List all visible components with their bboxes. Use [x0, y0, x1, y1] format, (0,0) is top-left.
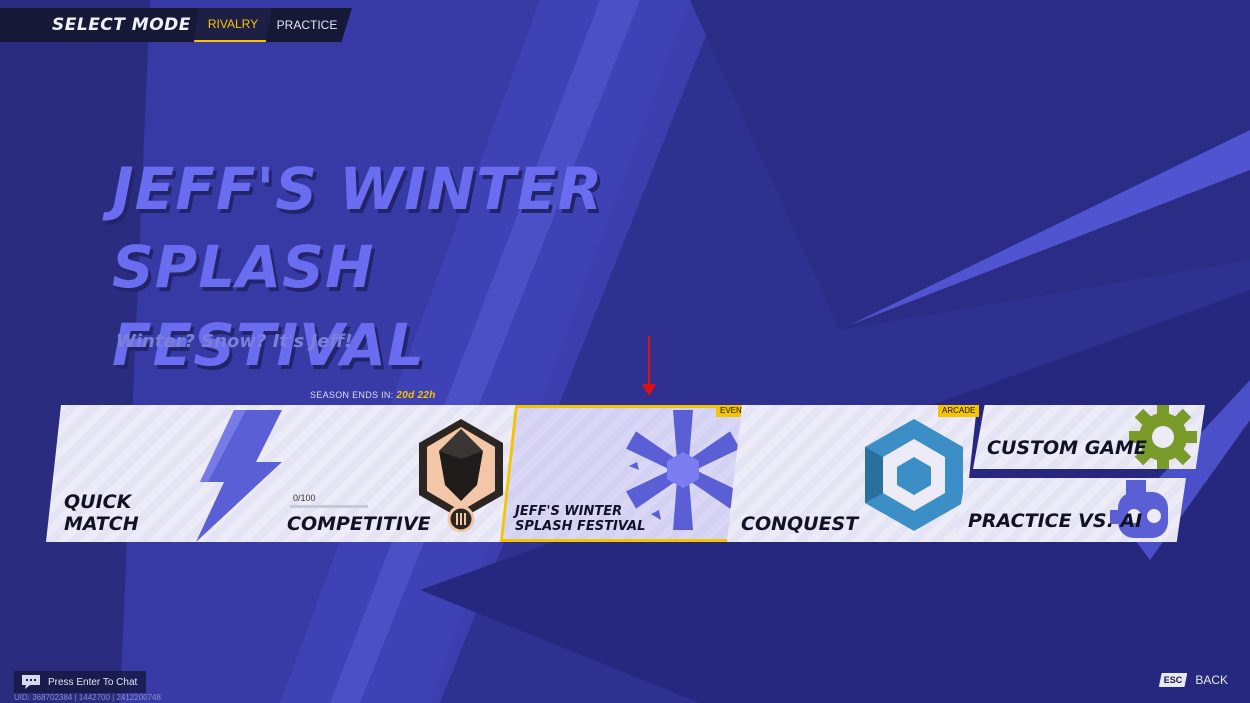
back-label: BACK	[1195, 673, 1228, 687]
conquest-icon	[865, 419, 963, 531]
competitive-card[interactable]: 0/100 COMPETITIVE	[273, 405, 523, 542]
tab-practice[interactable]: PRACTICE	[272, 8, 342, 42]
competitive-progress-bar	[290, 505, 368, 508]
chat-prompt[interactable]: Press Enter To Chat	[14, 671, 146, 693]
mode-subtitle: Winter? Snow? It's Jeff!	[116, 331, 353, 352]
competitive-label: COMPETITIVE	[287, 513, 431, 535]
competitive-progress-text: 0/100	[293, 493, 316, 503]
event-card[interactable]: JEFF'S WINTER SPLASH FESTIVAL	[503, 408, 747, 539]
chat-icon	[22, 675, 40, 689]
season-label: SEASON ENDS IN:	[310, 390, 394, 400]
quick-match-line1: QUICK	[64, 491, 132, 513]
esc-key-hint: ESC	[1158, 673, 1188, 687]
uid-text: UID: 368702384 | 1442700 | 2412200748	[14, 693, 161, 702]
lightning-icon	[196, 410, 282, 542]
event-label-line2: SPLASH FESTIVAL	[515, 519, 646, 534]
custom-game-label: CUSTOM GAME	[987, 437, 1147, 459]
arcade-badge: ARCADE	[938, 405, 980, 417]
custom-game-card[interactable]: CUSTOM GAME	[973, 405, 1205, 469]
event-label-line1: JEFF'S WINTER	[515, 504, 623, 519]
select-mode-title: SELECT MODE	[52, 15, 191, 35]
chat-hint: Press Enter To Chat	[48, 676, 138, 688]
quick-match-label: QUICK MATCH	[64, 491, 139, 535]
back-button[interactable]: ESC BACK	[1158, 673, 1228, 687]
mode-title-line1: JEFF'S WINTER SPLASH	[112, 155, 604, 301]
practice-vs-ai-card[interactable]: PRACTICE VS. AI	[954, 478, 1186, 542]
season-time: 20d 22h	[396, 390, 436, 401]
quick-match-card[interactable]: QUICK MATCH	[46, 405, 296, 542]
event-label: JEFF'S WINTER SPLASH FESTIVAL	[515, 504, 645, 534]
conquest-label: CONQUEST	[741, 513, 859, 535]
practice-vs-ai-label: PRACTICE VS. AI	[968, 510, 1143, 532]
quick-match-line2: MATCH	[64, 513, 139, 535]
red-arrow-indicator	[642, 336, 656, 396]
conquest-card[interactable]: CONQUEST	[727, 405, 977, 542]
season-timer: SEASON ENDS IN: 20d 22h	[310, 390, 436, 401]
tab-rivalry[interactable]: RIVALRY	[194, 8, 272, 42]
